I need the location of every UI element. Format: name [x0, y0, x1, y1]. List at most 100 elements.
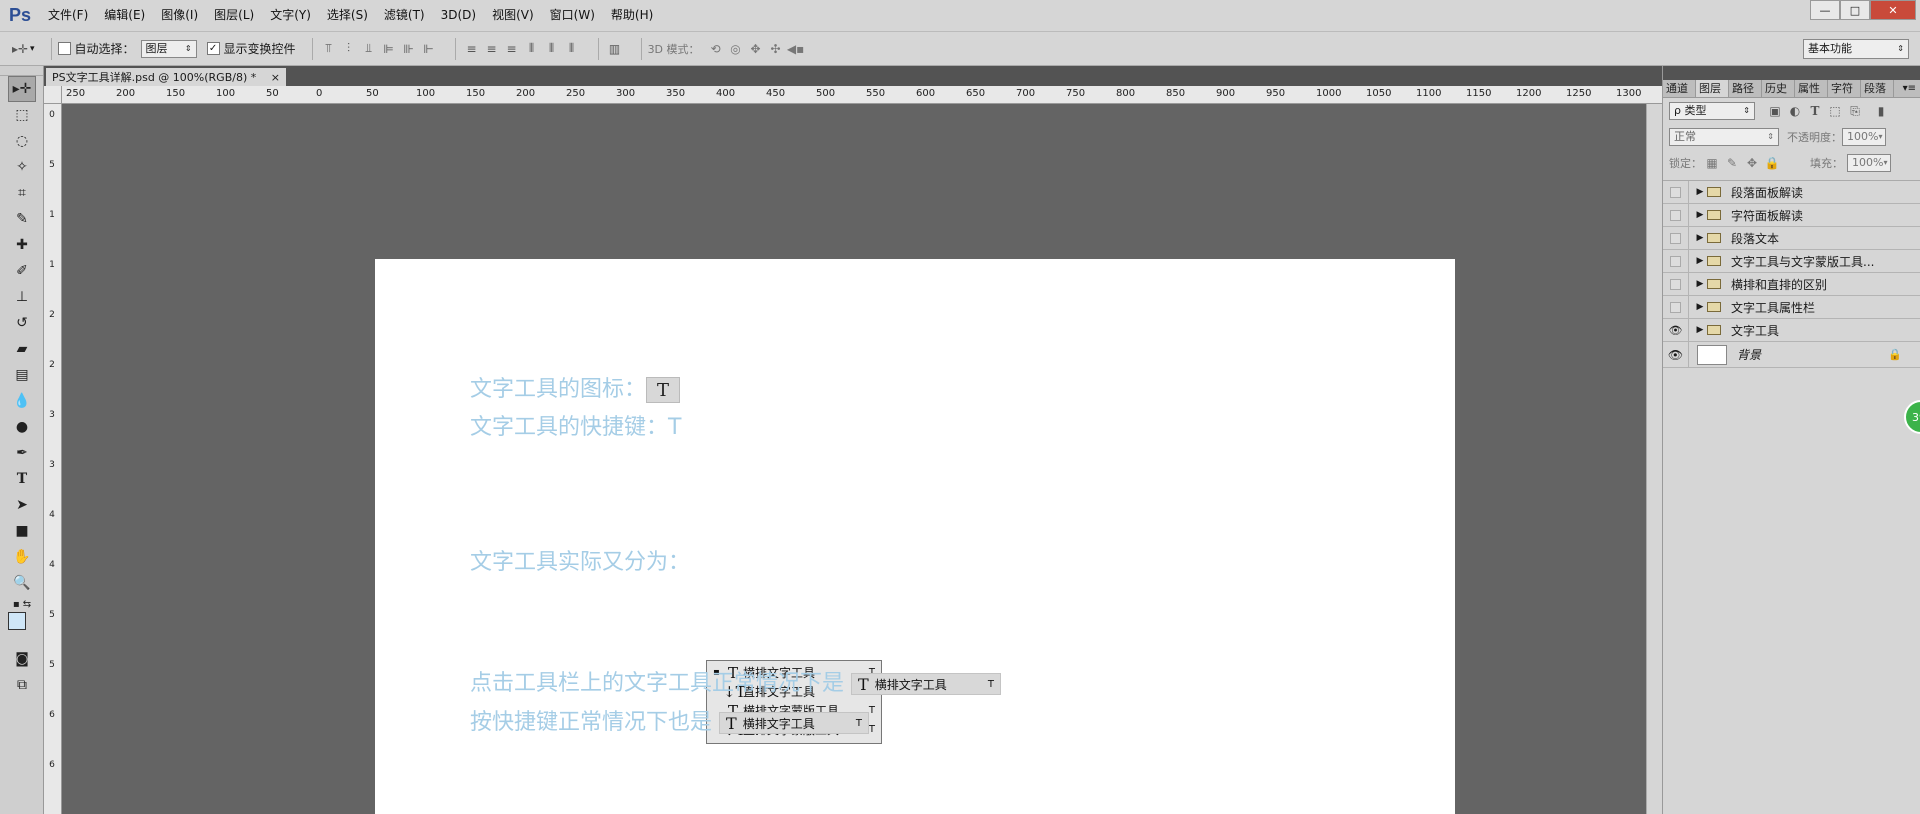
align-left-icon[interactable]: ⊫: [379, 39, 399, 59]
eye-icon[interactable]: 👁: [1663, 341, 1689, 368]
tool-preset-picker[interactable]: ▸✛ ▾: [10, 39, 35, 59]
align-hcenter-icon[interactable]: ⊪: [399, 39, 419, 59]
distribute-vcenter-icon[interactable]: ≡: [482, 39, 502, 59]
panel-tab[interactable]: 通道: [1663, 80, 1696, 97]
visibility-toggle[interactable]: [1663, 249, 1689, 273]
color-swatches[interactable]: [8, 612, 43, 646]
lock-all-icon[interactable]: 🔒: [1762, 153, 1782, 173]
distribute-top-icon[interactable]: ≡: [462, 39, 482, 59]
close-button[interactable]: ✕: [1870, 0, 1916, 20]
marquee-tool-icon[interactable]: ⬚: [8, 102, 36, 128]
foreground-color[interactable]: [8, 612, 26, 630]
document-canvas[interactable]: 文字工具的图标： T 文字工具的快捷键：T 文字工具实际又分为： ▪ T 横排文字工具…: [375, 259, 1455, 814]
expand-arrow-icon[interactable]: ▶: [1693, 233, 1707, 243]
background-layer-row[interactable]: 👁 背景 🔒: [1663, 341, 1920, 368]
layer-row[interactable]: ▶ 字符面板解读: [1663, 203, 1920, 227]
auto-select-dropdown[interactable]: 图层 ⇕: [140, 39, 197, 58]
lock-position-icon[interactable]: ✥: [1742, 153, 1762, 173]
3d-scale-icon[interactable]: ◀▪: [786, 39, 806, 59]
panel-tab[interactable]: 历史: [1762, 80, 1795, 97]
vertical-scrollbar[interactable]: [1646, 104, 1662, 814]
visibility-toggle[interactable]: [1663, 203, 1689, 227]
menu-item[interactable]: 图层(L): [206, 0, 262, 31]
canvas-area[interactable]: 文字工具的图标： T 文字工具的快捷键：T 文字工具实际又分为： ▪ T 横排文字工具…: [62, 104, 1662, 814]
menu-item[interactable]: 视图(V): [484, 0, 542, 31]
adjustment-filter-icon[interactable]: ◐: [1785, 101, 1805, 121]
layer-row[interactable]: ▶ 文字工具与文字蒙版工具...: [1663, 249, 1920, 273]
smart-object-filter-icon[interactable]: ⎘: [1845, 101, 1865, 121]
swap-colors-icon[interactable]: ▪ ⇆: [8, 596, 36, 612]
horizontal-ruler[interactable]: 250 200 150 100 50 0 50 100 150 200 250 300 350 400 45…: [62, 86, 1662, 104]
lasso-tool-icon[interactable]: ◌: [8, 128, 36, 154]
3d-pan-icon[interactable]: ✥: [746, 39, 766, 59]
quick-select-tool-icon[interactable]: ✧: [8, 154, 36, 180]
menu-item[interactable]: 滤镜(T): [376, 0, 433, 31]
panel-tab[interactable]: 属性: [1795, 80, 1828, 97]
eraser-tool-icon[interactable]: ▰: [8, 336, 36, 362]
align-top-icon[interactable]: ⫪: [319, 39, 339, 59]
auto-align-icon[interactable]: ▥: [605, 39, 625, 59]
visibility-toggle[interactable]: [1663, 272, 1689, 296]
opacity-field[interactable]: 100% ▾: [1842, 128, 1886, 146]
menu-item[interactable]: 3D(D): [433, 0, 484, 31]
panel-tab[interactable]: 字符: [1828, 80, 1861, 97]
visibility-toggle[interactable]: [1663, 295, 1689, 319]
ruler-origin[interactable]: [44, 86, 62, 104]
toolbox-grip[interactable]: [0, 66, 43, 76]
layer-row[interactable]: 👁 ▶ 文字工具: [1663, 318, 1920, 342]
pen-tool-icon[interactable]: ✒: [8, 440, 36, 466]
auto-select-checkbox[interactable]: [57, 42, 71, 55]
menu-item[interactable]: 文字(Y): [262, 0, 319, 31]
visibility-toggle[interactable]: [1663, 226, 1689, 250]
expand-arrow-icon[interactable]: ▶: [1693, 256, 1707, 266]
panel-tab[interactable]: 段落: [1861, 80, 1894, 97]
healing-brush-tool-icon[interactable]: ✚: [8, 232, 36, 258]
shape-filter-icon[interactable]: ⬚: [1825, 101, 1845, 121]
3d-rotate-icon[interactable]: ⟲: [706, 39, 726, 59]
quick-mask-icon[interactable]: ◙: [8, 646, 36, 672]
hand-tool-icon[interactable]: ✋: [8, 544, 36, 570]
menu-item[interactable]: 文件(F): [40, 0, 96, 31]
filter-kind-dropdown[interactable]: ρ 类型 ⇕: [1669, 102, 1755, 120]
distribute-bottom-icon[interactable]: ≡: [502, 39, 522, 59]
pixel-filter-icon[interactable]: ▣: [1765, 101, 1785, 121]
fill-field[interactable]: 100% ▾: [1847, 154, 1891, 172]
dodge-tool-icon[interactable]: ●: [8, 414, 36, 440]
brush-tool-icon[interactable]: ✐: [8, 258, 36, 284]
maximize-button[interactable]: □: [1840, 0, 1870, 20]
filter-toggle-icon[interactable]: ▮: [1871, 101, 1891, 121]
align-bottom-icon[interactable]: ⫫: [359, 39, 379, 59]
panel-tab[interactable]: 路径: [1729, 80, 1762, 97]
menu-item[interactable]: 图像(I): [153, 0, 206, 31]
type-tool-icon[interactable]: T: [8, 466, 36, 492]
expand-arrow-icon[interactable]: ▶: [1693, 302, 1707, 312]
screen-mode-icon[interactable]: ⧉: [8, 672, 36, 698]
lock-pixels-icon[interactable]: ✎: [1722, 153, 1742, 173]
menu-item[interactable]: 窗口(W): [542, 0, 603, 31]
expand-arrow-icon[interactable]: ▶: [1693, 187, 1707, 197]
distribute-right-icon[interactable]: ⦀: [562, 39, 582, 59]
menu-item[interactable]: 编辑(E): [96, 0, 153, 31]
distribute-left-icon[interactable]: ⦀: [522, 39, 542, 59]
history-brush-tool-icon[interactable]: ↺: [8, 310, 36, 336]
lock-transparent-icon[interactable]: ▦: [1702, 153, 1722, 173]
panel-menu-icon[interactable]: ▾≡: [1899, 80, 1920, 97]
layer-row[interactable]: ▶ 段落文本: [1663, 226, 1920, 250]
layer-row[interactable]: ▶ 横排和直排的区别: [1663, 272, 1920, 296]
document-tab[interactable]: PS文字工具详解.psd @ 100%(RGB/8) * ×: [46, 68, 286, 86]
clone-stamp-tool-icon[interactable]: ⊥: [8, 284, 36, 310]
align-vcenter-icon[interactable]: ⫶: [339, 39, 359, 59]
layer-row[interactable]: ▶ 文字工具属性栏: [1663, 295, 1920, 319]
menu-item[interactable]: 帮助(H): [603, 0, 661, 31]
eye-icon[interactable]: 👁: [1663, 318, 1689, 342]
3d-roll-icon[interactable]: ◎: [726, 39, 746, 59]
close-tab-icon[interactable]: ×: [271, 71, 280, 84]
vertical-ruler[interactable]: 0 5 1 1 2 2 3 3 4 4 5 5 6 6: [44, 104, 62, 814]
panel-tab[interactable]: 图层: [1696, 80, 1729, 97]
minimize-button[interactable]: —: [1810, 0, 1840, 20]
expand-arrow-icon[interactable]: ▶: [1693, 325, 1707, 335]
gradient-tool-icon[interactable]: ▤: [8, 362, 36, 388]
rectangle-tool-icon[interactable]: ■: [8, 518, 36, 544]
path-select-tool-icon[interactable]: ➤: [8, 492, 36, 518]
visibility-toggle[interactable]: [1663, 180, 1689, 204]
